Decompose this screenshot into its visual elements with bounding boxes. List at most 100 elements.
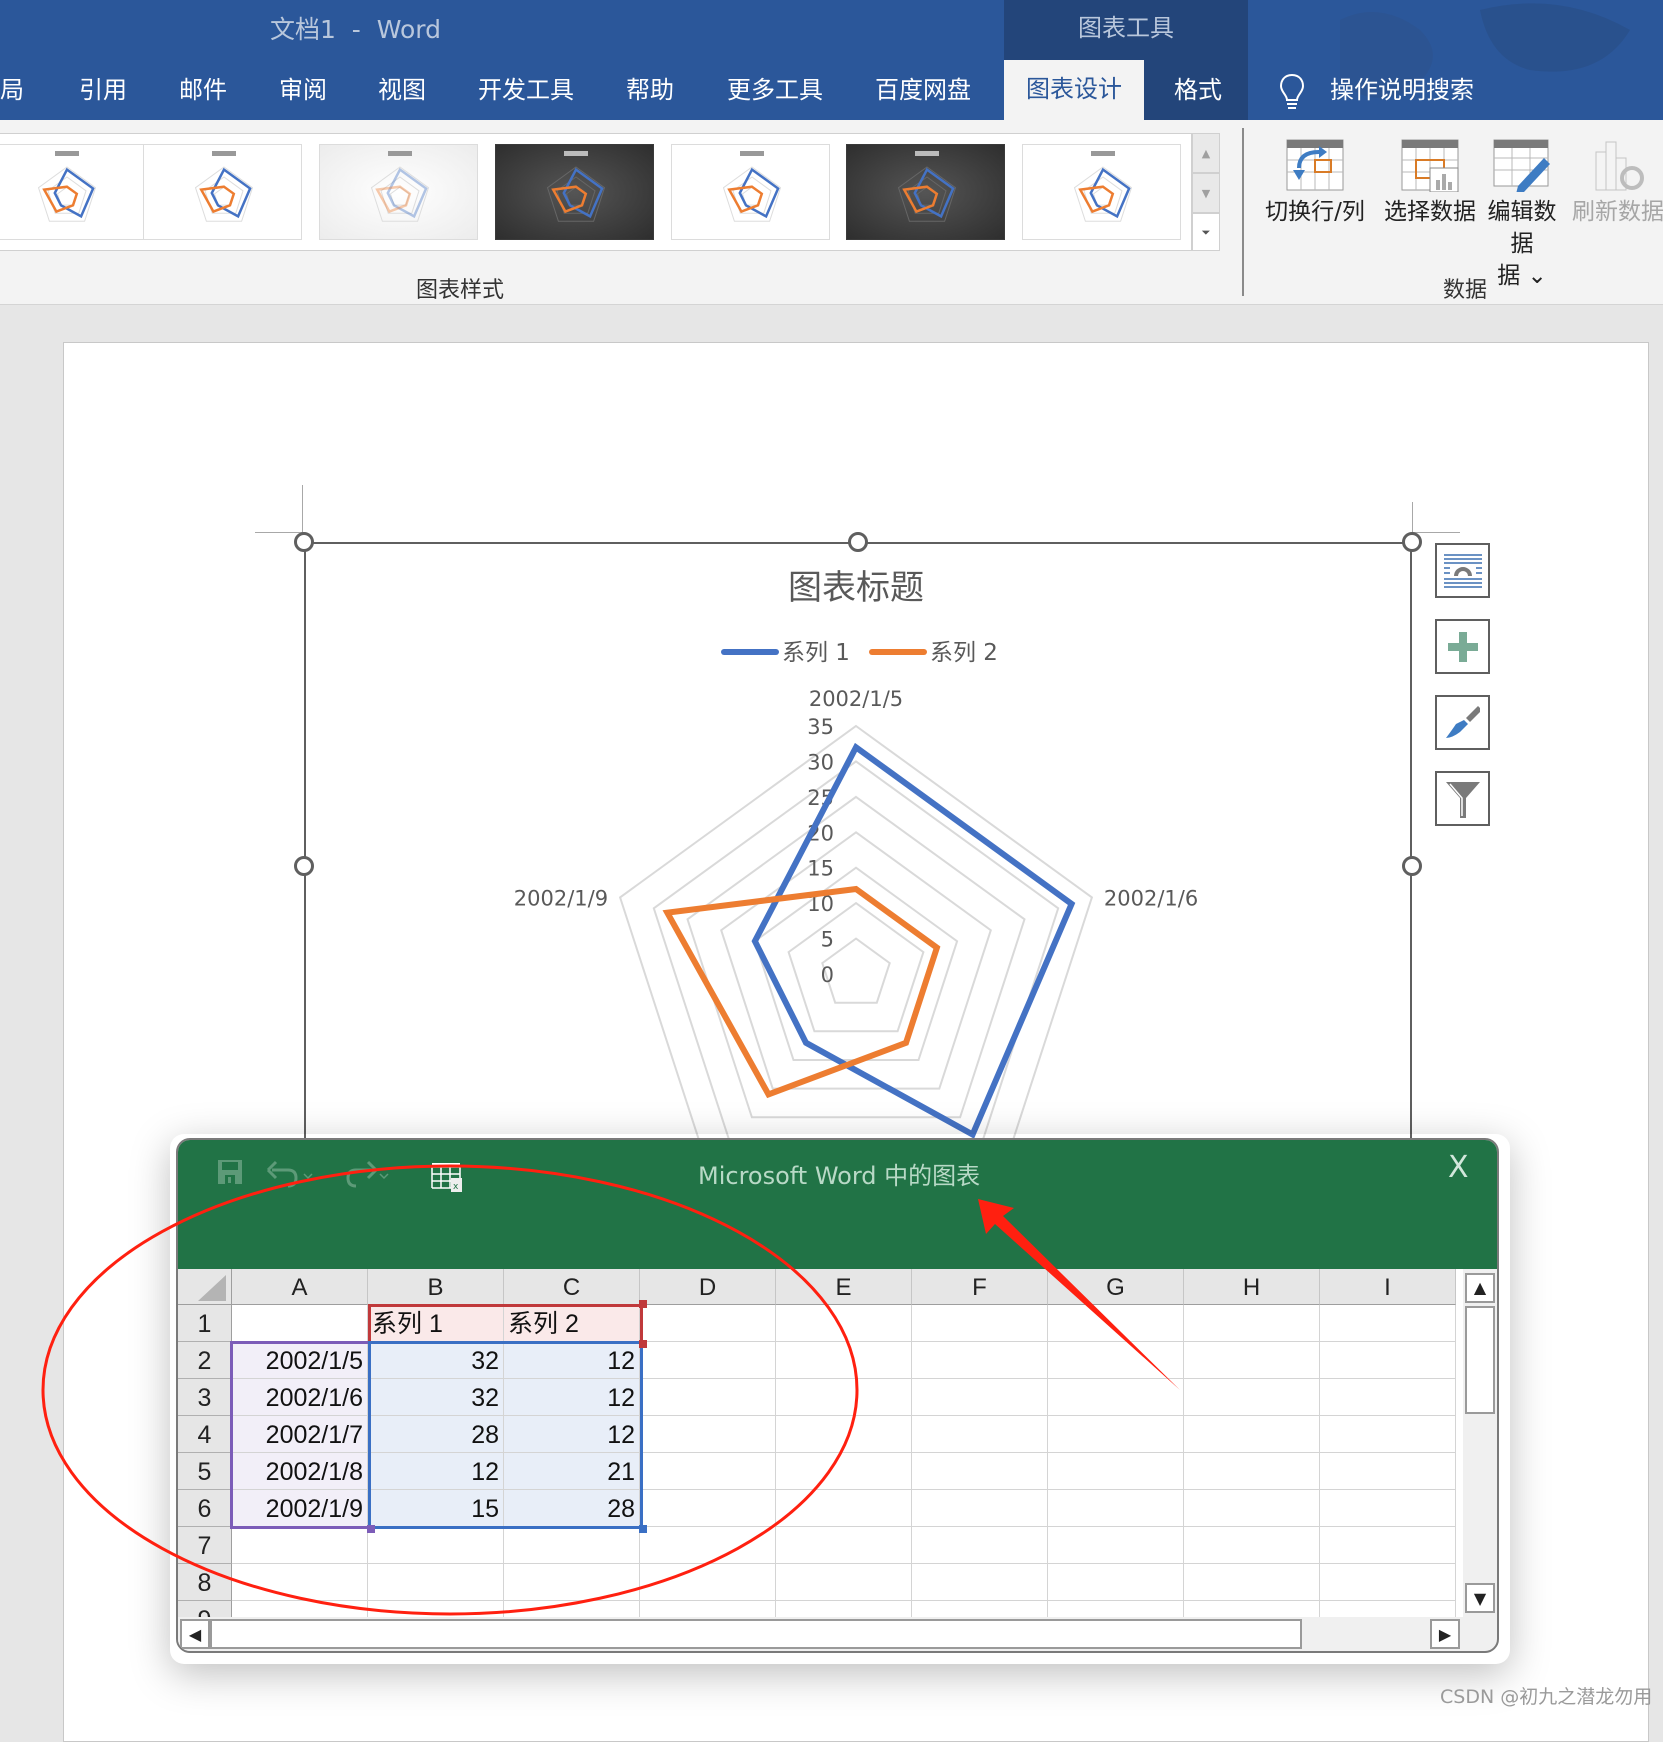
cell-e5[interactable] <box>776 1453 912 1490</box>
resize-handle-left[interactable] <box>294 856 314 876</box>
chart-elements-button[interactable] <box>1435 619 1490 674</box>
tell-me-search[interactable]: 操作说明搜索 <box>1330 70 1474 120</box>
cell-e9[interactable] <box>776 1601 912 1617</box>
excel-title-bar[interactable]: x Microsoft Word 中的图表 X <box>178 1140 1497 1269</box>
cell-i5[interactable] <box>1320 1453 1456 1490</box>
cell-h9[interactable] <box>1184 1601 1320 1617</box>
tab-baidu-netdisk[interactable]: 百度网盘 <box>875 70 971 120</box>
cell-h6[interactable] <box>1184 1490 1320 1527</box>
resize-handle-right[interactable] <box>1402 856 1422 876</box>
cell-i4[interactable] <box>1320 1416 1456 1453</box>
column-header-c[interactable]: C <box>504 1269 640 1305</box>
cell-g1[interactable] <box>1048 1305 1184 1342</box>
chart-style-thumbnail[interactable] <box>1022 144 1181 240</box>
cell-h1[interactable] <box>1184 1305 1320 1342</box>
select-data-button[interactable]: 选择数据 <box>1375 138 1485 228</box>
chart-style-thumbnail[interactable] <box>846 144 1005 240</box>
column-header-h[interactable]: H <box>1184 1269 1320 1305</box>
cell-f7[interactable] <box>912 1527 1048 1564</box>
scroll-up-button[interactable]: ▲ <box>1465 1273 1495 1303</box>
cell-i1[interactable] <box>1320 1305 1456 1342</box>
cell-e4[interactable] <box>776 1416 912 1453</box>
range-handle[interactable] <box>367 1525 375 1533</box>
cell-d3[interactable] <box>640 1379 776 1416</box>
column-header-d[interactable]: D <box>640 1269 776 1305</box>
cell-e6[interactable] <box>776 1490 912 1527</box>
row-header-1[interactable]: 1 <box>178 1305 232 1342</box>
cell-c8[interactable] <box>504 1564 640 1601</box>
cell-a1[interactable] <box>232 1305 368 1342</box>
spreadsheet-grid[interactable]: ABCDEFGHI 123456789 系列 1系列 22002/1/53212… <box>178 1269 1463 1617</box>
range-resize-handle[interactable] <box>639 1525 647 1533</box>
cell-g3[interactable] <box>1048 1379 1184 1416</box>
tab-references[interactable]: 引用 <box>79 70 127 120</box>
cell-d2[interactable] <box>640 1342 776 1379</box>
cell-g5[interactable] <box>1048 1453 1184 1490</box>
scroll-left-button[interactable]: ◀ <box>180 1619 210 1649</box>
chart-style-thumbnail[interactable] <box>319 144 478 240</box>
row-header-3[interactable]: 3 <box>178 1379 232 1416</box>
switch-row-column-button[interactable]: 切换行/列 <box>1260 138 1370 228</box>
tab-help[interactable]: 帮助 <box>626 70 674 120</box>
cell-g9[interactable] <box>1048 1601 1184 1617</box>
cell-f9[interactable] <box>912 1601 1048 1617</box>
cell-i8[interactable] <box>1320 1564 1456 1601</box>
cell-f4[interactable] <box>912 1416 1048 1453</box>
cell-d8[interactable] <box>640 1564 776 1601</box>
row-header-7[interactable]: 7 <box>178 1527 232 1564</box>
cell-d6[interactable] <box>640 1490 776 1527</box>
column-header-g[interactable]: G <box>1048 1269 1184 1305</box>
cell-g6[interactable] <box>1048 1490 1184 1527</box>
cell-i2[interactable] <box>1320 1342 1456 1379</box>
horizontal-scrollbar[interactable]: ◀ ▶ <box>178 1617 1463 1651</box>
cell-a7[interactable] <box>232 1527 368 1564</box>
lightbulb-icon[interactable] <box>1278 72 1306 112</box>
range-handle[interactable] <box>639 1300 647 1308</box>
tab-review[interactable]: 审阅 <box>279 70 327 120</box>
cell-e1[interactable] <box>776 1305 912 1342</box>
cell-e3[interactable] <box>776 1379 912 1416</box>
cell-e8[interactable] <box>776 1564 912 1601</box>
cell-c9[interactable] <box>504 1601 640 1617</box>
tab-more-tools[interactable]: 更多工具 <box>727 70 823 120</box>
chart-style-thumbnail[interactable] <box>671 144 830 240</box>
resize-handle-top-right[interactable] <box>1402 532 1422 552</box>
column-header-f[interactable]: F <box>912 1269 1048 1305</box>
resize-handle-top[interactable] <box>848 532 868 552</box>
cell-f2[interactable] <box>912 1342 1048 1379</box>
cell-h4[interactable] <box>1184 1416 1320 1453</box>
row-header-4[interactable]: 4 <box>178 1416 232 1453</box>
column-header-e[interactable]: E <box>776 1269 912 1305</box>
scroll-down-button[interactable]: ▼ <box>1465 1583 1495 1613</box>
cell-h3[interactable] <box>1184 1379 1320 1416</box>
cell-f1[interactable] <box>912 1305 1048 1342</box>
vertical-scrollbar[interactable]: ▲ ▼ <box>1463 1269 1497 1617</box>
tab-mailings[interactable]: 邮件 <box>179 70 227 120</box>
row-header-2[interactable]: 2 <box>178 1342 232 1379</box>
cell-i9[interactable] <box>1320 1601 1456 1617</box>
row-header-9[interactable]: 9 <box>178 1601 232 1617</box>
cell-i6[interactable] <box>1320 1490 1456 1527</box>
gallery-scroll-down[interactable]: ▼ <box>1192 173 1220 213</box>
cell-i7[interactable] <box>1320 1527 1456 1564</box>
tab-chart-design[interactable]: 图表设计 <box>1004 60 1144 120</box>
tab-layout[interactable]: 局 <box>0 70 24 120</box>
cell-a9[interactable] <box>232 1601 368 1617</box>
cell-g7[interactable] <box>1048 1527 1184 1564</box>
chart-style-thumbnail[interactable] <box>143 144 302 240</box>
row-header-8[interactable]: 8 <box>178 1564 232 1601</box>
cell-d4[interactable] <box>640 1416 776 1453</box>
cell-i3[interactable] <box>1320 1379 1456 1416</box>
tab-format[interactable]: 格式 <box>1174 70 1222 120</box>
cell-a8[interactable] <box>232 1564 368 1601</box>
undo-icon[interactable] <box>266 1158 316 1188</box>
cell-d5[interactable] <box>640 1453 776 1490</box>
cell-g8[interactable] <box>1048 1564 1184 1601</box>
resize-handle-top-left[interactable] <box>294 532 314 552</box>
legend[interactable]: 系列 1 系列 2 <box>721 640 998 666</box>
cell-h7[interactable] <box>1184 1527 1320 1564</box>
cell-b9[interactable] <box>368 1601 504 1617</box>
row-header-6[interactable]: 6 <box>178 1490 232 1527</box>
tab-developer[interactable]: 开发工具 <box>478 70 574 120</box>
select-all-corner[interactable] <box>178 1269 232 1305</box>
